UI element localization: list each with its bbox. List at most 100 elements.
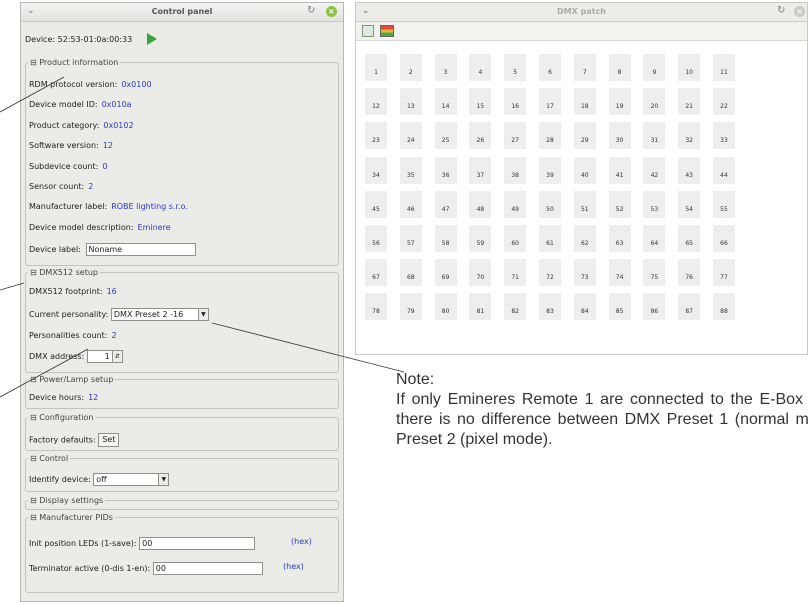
dmx-channel-cell[interactable]: 35 (399, 156, 422, 184)
dmx-channel-cell[interactable]: 67 (365, 259, 387, 287)
device-label-input[interactable]: Noname (85, 243, 196, 256)
dmx-channel-cell[interactable]: 54 (678, 190, 701, 218)
dmx-channel-cell[interactable]: 75 (643, 259, 666, 287)
dmx-channel-cell[interactable]: 61 (539, 225, 561, 252)
dmx-channel-cell[interactable]: 4 (469, 54, 492, 81)
dmx-channel-cell[interactable]: 66 (713, 225, 735, 252)
dmx-channel-cell[interactable]: 50 (539, 190, 561, 218)
dmx-address-spinner[interactable]: 1 ⇵ (86, 350, 123, 363)
dmx-channel-cell[interactable]: 31 (643, 122, 666, 150)
dmx-channel-cell[interactable]: 33 (713, 122, 735, 150)
dmx-channel-cell[interactable]: 56 (365, 225, 387, 252)
dmx-channel-cell[interactable]: 64 (643, 225, 666, 252)
dmx-channel-cell[interactable]: 14 (434, 88, 457, 116)
dmx-channel-cell[interactable]: 55 (713, 190, 735, 218)
dmx-channel-cell[interactable]: 84 (573, 293, 596, 321)
spinner-arrows-icon[interactable]: ⇵ (111, 351, 122, 362)
dmx-channel-cell[interactable]: 38 (504, 156, 527, 184)
dmx-channel-cell[interactable]: 87 (678, 293, 701, 321)
dmx-channel-cell[interactable]: 73 (573, 259, 596, 287)
dmx-channel-cell[interactable]: 85 (608, 293, 631, 321)
close-icon[interactable]: × (794, 6, 805, 17)
dmx-channel-cell[interactable]: 83 (539, 293, 561, 321)
init-leds-input[interactable]: 00 (139, 537, 256, 550)
dmx-channel-cell[interactable]: 36 (434, 156, 457, 184)
dmx-channel-cell[interactable]: 2 (399, 54, 422, 81)
configuration-legend[interactable]: ⊟ Configuration (28, 413, 96, 422)
dmx-channel-cell[interactable]: 53 (643, 190, 666, 218)
dmx-channel-cell[interactable]: 48 (469, 190, 492, 218)
dmx-channel-cell[interactable]: 18 (573, 88, 596, 116)
dmx-channel-cell[interactable]: 16 (504, 88, 527, 116)
control-legend[interactable]: ⊟ Control (28, 454, 70, 463)
dmx-channel-cell[interactable]: 37 (469, 156, 492, 184)
display-settings-legend[interactable]: ⊟ Display settings (28, 496, 105, 505)
dmx-channel-cell[interactable]: 80 (434, 293, 457, 321)
dmx-channel-cell[interactable]: 29 (573, 122, 596, 150)
dmx-channel-cell[interactable]: 70 (469, 259, 492, 287)
dmx-channel-cell[interactable]: 9 (643, 54, 666, 81)
dmx-channel-cell[interactable]: 59 (469, 225, 492, 252)
dmx-channel-cell[interactable]: 44 (713, 156, 735, 184)
dmx-channel-cell[interactable]: 1 (365, 54, 387, 81)
dmx-channel-cell[interactable]: 7 (573, 54, 596, 81)
dmx-channel-cell[interactable]: 6 (539, 54, 561, 81)
dmx-channel-cell[interactable]: 43 (678, 156, 701, 184)
dmx-channel-cell[interactable]: 74 (608, 259, 631, 287)
rotate-icon[interactable]: ↻ (777, 5, 785, 16)
product-info-legend[interactable]: ⊟ Product information (28, 58, 120, 67)
power-lamp-legend[interactable]: ⊟ Power/Lamp setup (28, 375, 115, 384)
dmx-channel-cell[interactable]: 27 (504, 122, 527, 150)
dmx-channel-cell[interactable]: 8 (608, 54, 631, 81)
dmx-channel-cell[interactable]: 46 (399, 190, 422, 218)
set-button[interactable]: Set (98, 433, 120, 447)
dmx-channel-cell[interactable]: 24 (399, 122, 422, 150)
dmx-channel-cell[interactable]: 34 (365, 156, 387, 184)
close-icon[interactable]: × (326, 6, 337, 17)
dmx-channel-cell[interactable]: 78 (365, 293, 387, 321)
dmx-channel-cell[interactable]: 71 (504, 259, 527, 287)
dmx-channel-cell[interactable]: 57 (399, 225, 422, 252)
terminator-input[interactable]: 00 (152, 562, 263, 575)
manufacturer-pids-legend[interactable]: ⊟ Manufacturer PIDs (28, 513, 115, 522)
dmx-channel-cell[interactable]: 26 (469, 122, 492, 150)
dmx-channel-cell[interactable]: 49 (504, 190, 527, 218)
dmx-channel-cell[interactable]: 86 (643, 293, 666, 321)
dmx-channel-cell[interactable]: 60 (504, 225, 527, 252)
dropdown-arrow-icon[interactable]: ▼ (158, 474, 169, 485)
dmx-channel-cell[interactable]: 72 (539, 259, 561, 287)
dmx-channel-cell[interactable]: 21 (678, 88, 701, 116)
dmx-channel-cell[interactable]: 40 (573, 156, 596, 184)
dmx-channel-cell[interactable]: 81 (469, 293, 492, 321)
dmx-channel-cell[interactable]: 62 (573, 225, 596, 252)
dmx-channel-cell[interactable]: 42 (643, 156, 666, 184)
dmx-channel-cell[interactable]: 39 (539, 156, 561, 184)
identify-select[interactable]: off ▼ (93, 473, 170, 486)
dmx-channel-cell[interactable]: 10 (678, 54, 701, 81)
dmx-channel-cell[interactable]: 22 (713, 88, 735, 116)
dmx-channel-cell[interactable]: 47 (434, 190, 457, 218)
dmx-channel-cell[interactable]: 25 (434, 122, 457, 150)
play-icon[interactable] (147, 33, 157, 45)
dmx-channel-cell[interactable]: 82 (504, 293, 527, 321)
dmx-channel-cell[interactable]: 3 (434, 54, 457, 81)
dmx-channel-cell[interactable]: 32 (678, 122, 701, 150)
dmx-channel-cell[interactable]: 52 (608, 190, 631, 218)
dmx-channel-cell[interactable]: 12 (365, 88, 387, 116)
dmx-channel-cell[interactable]: 79 (399, 293, 422, 321)
dmx-channel-cell[interactable]: 68 (399, 259, 422, 287)
dmx-channel-cell[interactable]: 23 (365, 122, 387, 150)
dropdown-arrow-icon[interactable]: ▼ (197, 309, 208, 320)
dmx-channel-cell[interactable]: 45 (365, 190, 387, 218)
dmx-channel-cell[interactable]: 15 (469, 88, 492, 116)
dmx-channel-cell[interactable]: 13 (399, 88, 422, 116)
dmx-channel-cell[interactable]: 5 (504, 54, 527, 81)
dmx-channel-cell[interactable]: 76 (678, 259, 701, 287)
dmx-channel-cell[interactable]: 28 (539, 122, 561, 150)
dmx-channel-cell[interactable]: 69 (434, 259, 457, 287)
dmx-channel-cell[interactable]: 11 (713, 54, 735, 81)
dmx-channel-cell[interactable]: 65 (678, 225, 701, 252)
dmx-channel-cell[interactable]: 88 (713, 293, 735, 321)
dmx512-setup-legend[interactable]: ⊟ DMX512 setup (28, 268, 100, 277)
dmx-channel-cell[interactable]: 17 (539, 88, 561, 116)
